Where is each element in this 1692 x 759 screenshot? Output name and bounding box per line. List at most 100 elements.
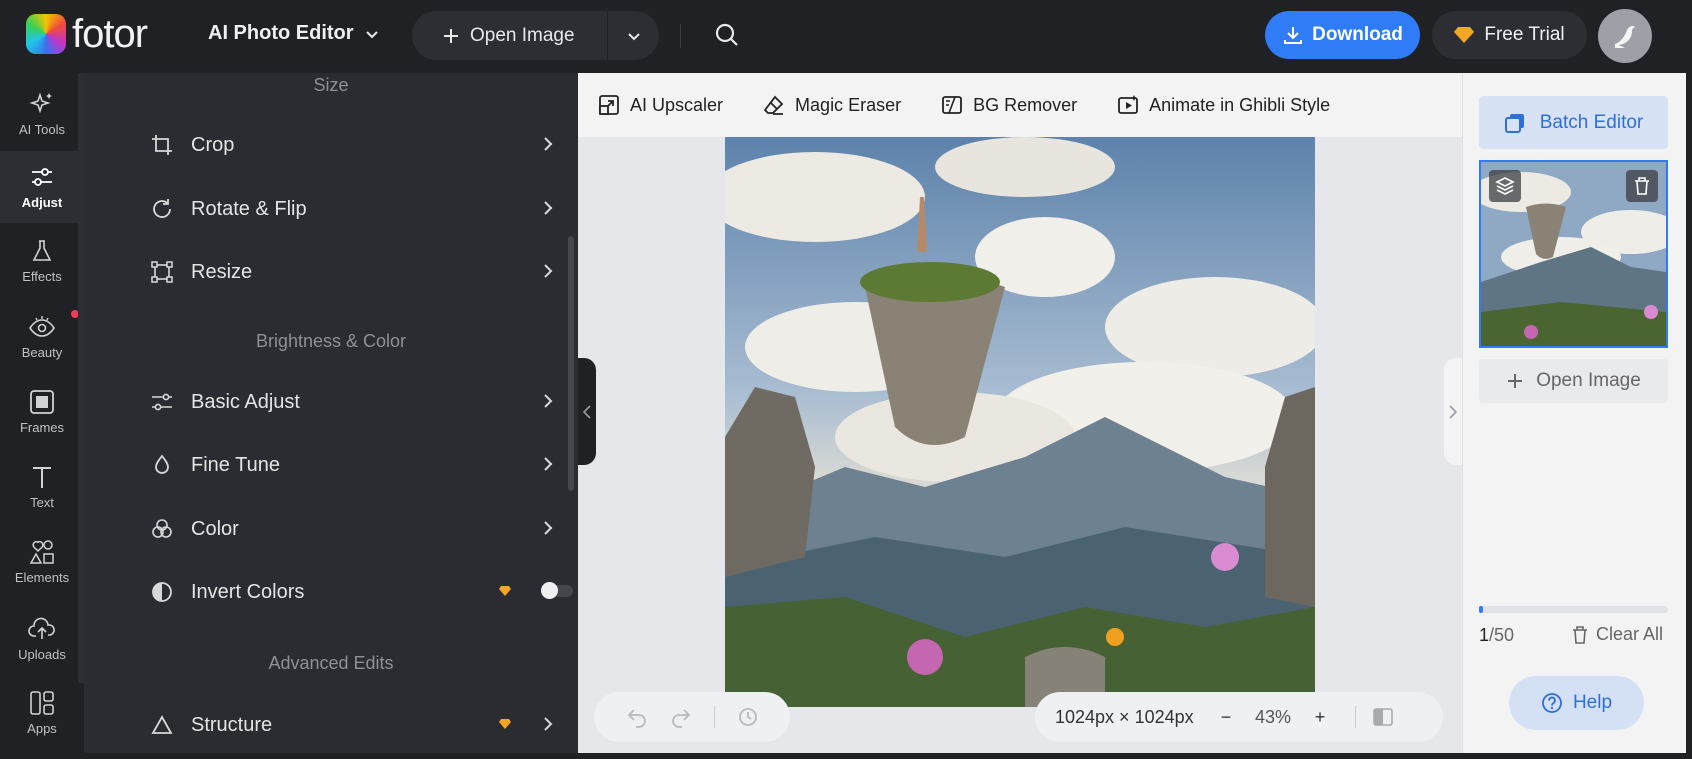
help-button[interactable]: Help	[1509, 676, 1644, 730]
chevron-right-icon	[1449, 404, 1458, 419]
nav-apps[interactable]: Apps	[0, 677, 84, 749]
batch-editor-label: Batch Editor	[1539, 111, 1644, 133]
download-icon	[1284, 27, 1303, 44]
nav-effects[interactable]: Effects	[0, 225, 84, 297]
adjust-panel: Size Crop Rotate & Flip Resize Brightnes…	[84, 73, 578, 753]
collapse-panel-button[interactable]	[578, 358, 596, 465]
batch-editor-button[interactable]: Batch Editor	[1479, 96, 1668, 149]
app-title: AI Photo Editor	[208, 22, 354, 44]
image-thumbnail[interactable]	[1479, 160, 1668, 348]
editing-image[interactable]	[725, 137, 1315, 707]
tool-basic-adjust[interactable]: Basic Adjust	[149, 382, 553, 422]
nav-label: Elements	[14, 570, 70, 585]
plus-icon	[1508, 374, 1523, 388]
zoom-out-button[interactable]: −	[1211, 707, 1241, 728]
layers-button[interactable]	[1489, 170, 1521, 202]
nav-label: Adjust	[21, 195, 63, 210]
tool-label: Invert Colors	[191, 580, 305, 603]
history-icon[interactable]	[737, 706, 759, 728]
batch-icon	[1504, 113, 1524, 133]
panel-scrollbar[interactable]	[568, 236, 574, 491]
zoom-level: 43%	[1254, 706, 1292, 727]
crop-icon	[149, 132, 175, 158]
redo-icon[interactable]	[670, 706, 692, 728]
frame-icon	[30, 390, 54, 414]
search-button[interactable]	[712, 20, 742, 50]
eraser-icon	[763, 95, 784, 115]
chevron-right-icon	[544, 394, 553, 408]
resize-icon	[149, 259, 175, 285]
nav-frames[interactable]: Frames	[0, 376, 84, 448]
collapse-right-panel-button[interactable]	[1444, 358, 1462, 465]
rotate-icon	[149, 196, 175, 222]
delete-image-button[interactable]	[1626, 170, 1658, 202]
ai-upscaler-button[interactable]: AI Upscaler	[598, 94, 723, 116]
color-circles-icon	[149, 516, 175, 542]
invert-colors-toggle[interactable]	[541, 582, 573, 599]
nav-text[interactable]: Text	[0, 451, 84, 523]
tool-resize[interactable]: Resize	[149, 252, 553, 292]
layers-icon	[1495, 177, 1515, 195]
chevron-right-icon	[544, 137, 553, 151]
app-title-dropdown[interactable]: AI Photo Editor	[208, 22, 380, 45]
tool-label: Color	[191, 517, 239, 540]
divider	[714, 706, 715, 728]
shapes-icon	[29, 540, 54, 564]
tool-fine-tune[interactable]: Fine Tune	[149, 445, 553, 485]
history-controls	[594, 692, 790, 742]
zoom-in-button[interactable]: +	[1305, 707, 1335, 728]
download-button[interactable]: Download	[1265, 11, 1420, 59]
free-trial-button[interactable]: Free Trial	[1432, 11, 1587, 59]
tool-crop[interactable]: Crop	[149, 125, 553, 165]
tool-color[interactable]: Color	[149, 509, 553, 549]
open-image-label: Open Image	[470, 24, 575, 46]
invert-icon	[149, 579, 175, 605]
section-title-size: Size	[313, 75, 349, 95]
magic-eraser-label: Magic Eraser	[795, 94, 902, 115]
flask-icon	[32, 240, 52, 261]
chevron-right-icon	[544, 457, 553, 471]
fotor-logo[interactable]: fotor	[26, 14, 148, 54]
sliders-icon	[149, 389, 175, 415]
tool-structure[interactable]: Structure	[149, 705, 553, 745]
magic-eraser-button[interactable]: Magic Eraser	[763, 94, 901, 116]
nav-uploads[interactable]: Uploads	[0, 603, 84, 675]
count-total: /50	[1489, 625, 1515, 645]
clear-all-button[interactable]: Clear All	[1572, 624, 1663, 645]
window-edge	[1686, 0, 1692, 759]
nav-elements[interactable]: Elements	[0, 526, 84, 598]
cloud-upload-icon	[28, 617, 55, 639]
batch-progress-bar	[1479, 606, 1668, 613]
ai-toolbar: AI Upscaler Magic Eraser BG Remover Anim…	[578, 73, 1462, 137]
section-title-brightness: Brightness & Color	[255, 331, 407, 351]
ai-upscaler-label: AI Upscaler	[630, 94, 724, 115]
open-image-right-button[interactable]: Open Image	[1479, 359, 1668, 403]
nav-adjust[interactable]: Adjust	[0, 151, 84, 223]
chevron-down-icon	[365, 30, 378, 38]
nav-ai-tools[interactable]: AI Tools	[0, 78, 84, 150]
tool-label: Structure	[191, 713, 273, 736]
undo-icon[interactable]	[626, 706, 648, 728]
avatar[interactable]	[1598, 9, 1652, 63]
divider	[680, 24, 681, 48]
tool-label: Rotate & Flip	[191, 197, 307, 220]
open-image-dropdown[interactable]	[608, 11, 659, 60]
clear-all-label: Clear All	[1596, 624, 1664, 644]
nav-label: Frames	[19, 420, 65, 435]
animate-ghibli-button[interactable]: Animate in Ghibli Style	[1117, 94, 1330, 116]
bg-remover-button[interactable]: BG Remover	[941, 94, 1077, 116]
animate-ghibli-label: Animate in Ghibli Style	[1149, 94, 1331, 115]
bg-remover-label: BG Remover	[973, 94, 1078, 115]
tool-rotate-flip[interactable]: Rotate & Flip	[149, 189, 553, 229]
nav-label: Apps	[27, 721, 57, 736]
bg-remover-icon	[942, 96, 962, 114]
tool-label: Crop	[191, 133, 235, 156]
image-count: 1/50	[1479, 625, 1514, 646]
open-image-button[interactable]: Open Image	[412, 11, 608, 60]
open-image-group: Open Image	[412, 11, 659, 60]
plus-icon	[444, 28, 458, 43]
nav-label: AI Tools	[18, 122, 65, 137]
search-icon	[715, 23, 738, 46]
compare-icon[interactable]	[1372, 706, 1394, 728]
section-title-advanced: Advanced Edits	[268, 653, 394, 673]
